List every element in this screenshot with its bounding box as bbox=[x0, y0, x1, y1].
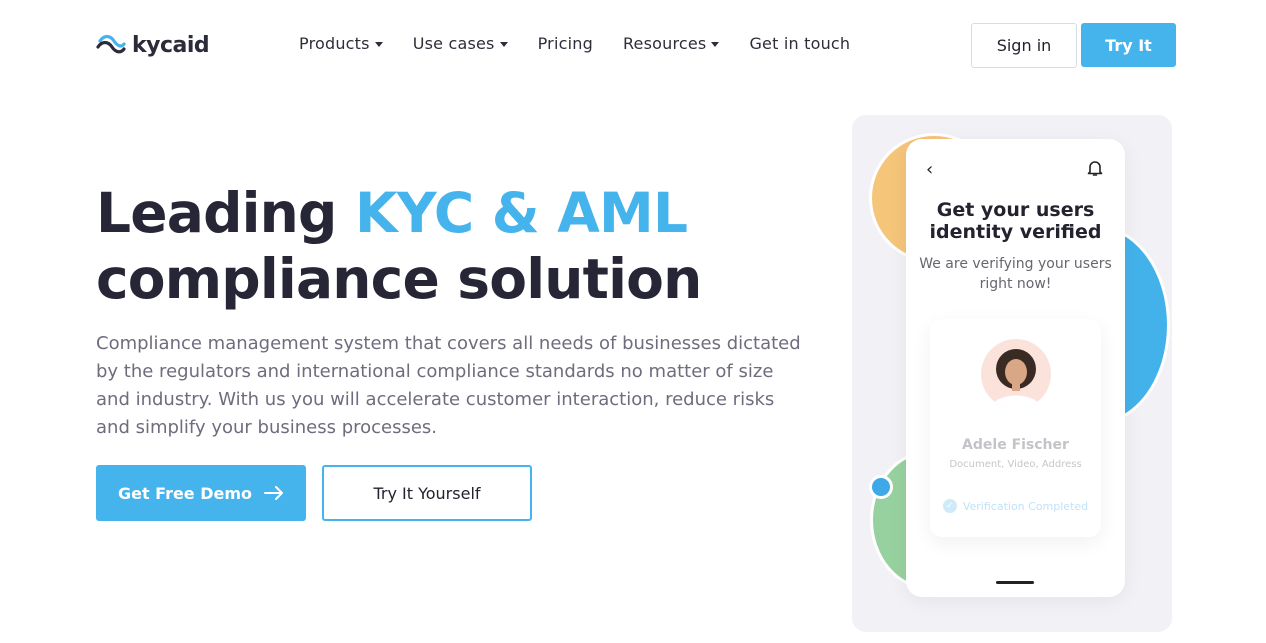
nav-item-resources[interactable]: Resources bbox=[623, 34, 720, 53]
avatar bbox=[981, 339, 1051, 409]
nav-item-label: Products bbox=[299, 34, 370, 53]
chevron-down-icon bbox=[499, 42, 508, 47]
home-indicator bbox=[996, 581, 1034, 584]
demo-button-label: Get Free Demo bbox=[117, 483, 253, 503]
check-circle-icon: ✓ bbox=[942, 499, 957, 513]
user-docs: Document, Video, Address bbox=[949, 459, 1082, 470]
chevron-down-icon bbox=[711, 42, 720, 47]
verification-status: ✓ Verification Completed bbox=[930, 499, 1101, 513]
phone-subtitle: We are verifying your users right now! bbox=[919, 256, 1112, 292]
hero-title-accent: KYC & AML bbox=[354, 181, 688, 245]
bell-icon bbox=[1087, 161, 1103, 176]
nav-item-use-cases[interactable]: Use cases bbox=[413, 34, 508, 53]
nav-item-products[interactable]: Products bbox=[299, 34, 383, 53]
decor-dot-blue bbox=[869, 475, 893, 499]
user-card: Adele Fischer Document, Video, Address ✓… bbox=[930, 319, 1101, 537]
arrow-right-icon bbox=[264, 486, 284, 500]
phone-title: Get your users identity verified bbox=[929, 199, 1102, 243]
hero-title-rest: compliance solution bbox=[96, 247, 702, 311]
user-name: Adele Fischer bbox=[962, 437, 1069, 453]
nav-item-label: Get in touch bbox=[749, 34, 851, 53]
sign-in-button[interactable]: Sign in bbox=[971, 23, 1077, 68]
site-header: kycaid Products Use cases Pricing Resour… bbox=[0, 0, 1266, 90]
user-photo-icon bbox=[991, 349, 1041, 409]
main-nav: Products Use cases Pricing Resources Get… bbox=[299, 34, 880, 53]
try-it-button[interactable]: Try It bbox=[1081, 23, 1176, 67]
hero-description: Compliance management system that covers… bbox=[96, 333, 801, 438]
nav-item-label: Pricing bbox=[537, 34, 593, 53]
verification-label: Verification Completed bbox=[962, 499, 1089, 513]
try-it-yourself-button[interactable]: Try It Yourself bbox=[322, 465, 532, 521]
hero-illustration: ‹ Get your users identity verified We ar… bbox=[852, 115, 1172, 632]
nav-item-pricing[interactable]: Pricing bbox=[538, 34, 593, 53]
hero-title: Leading KYC & AML compliance solution bbox=[96, 180, 796, 312]
chevron-left-icon: ‹ bbox=[926, 159, 934, 180]
nav-item-label: Resources bbox=[622, 34, 707, 53]
nav-item-label: Use cases bbox=[412, 34, 495, 53]
nav-item-get-in-touch[interactable]: Get in touch bbox=[749, 34, 850, 53]
get-free-demo-button[interactable]: Get Free Demo bbox=[96, 465, 306, 521]
phone-mockup: ‹ Get your users identity verified We ar… bbox=[906, 139, 1125, 597]
kycaid-logo-icon bbox=[96, 34, 126, 54]
chevron-down-icon bbox=[374, 42, 383, 47]
logo[interactable]: kycaid bbox=[96, 32, 210, 58]
brand-name: kycaid bbox=[132, 32, 210, 58]
hero-title-lead: Leading bbox=[96, 181, 355, 245]
